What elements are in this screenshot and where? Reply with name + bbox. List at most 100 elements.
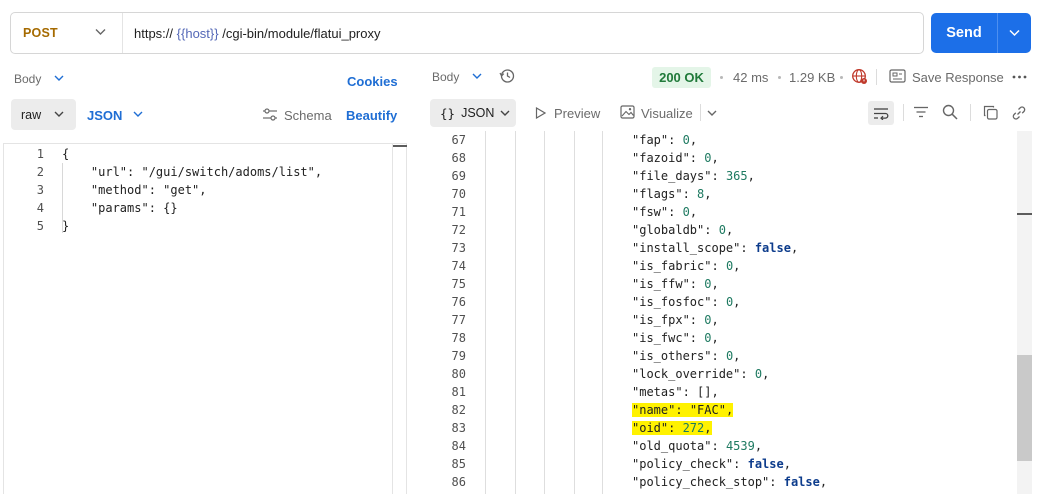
code-line: 84 "old_quota": 4539, [430,437,1020,455]
network-globe-icon[interactable] [851,68,868,85]
json-value: [] [697,385,712,399]
chevron-down-icon[interactable] [707,110,717,117]
chevron-down-icon [95,28,106,36]
visualize-tab[interactable]: Visualize [641,106,693,121]
json-comma: , [762,367,770,381]
send-button-group: Send [931,13,1031,53]
cookies-link[interactable]: Cookies [347,74,398,89]
line-number: 72 [451,223,466,237]
code-line: 75 "is_ffw": 0, [430,275,1020,293]
response-body-viewer[interactable]: 67 "fap": 0, 68 "fazoid": 0, 69 "file_days": … [430,131,1032,494]
code-line: 69 "file_days": 365, [430,167,1020,185]
json-separator: : [689,313,705,327]
method-select[interactable]: POST [11,13,123,53]
separator-dot [720,76,723,79]
request-body-tab[interactable]: Body [14,72,41,86]
separator-dot [778,76,781,79]
json-separator: : [668,421,683,435]
line-number: 75 [451,277,466,291]
code-text: "install_scope": false, [632,239,798,257]
url-variable[interactable]: {{host}} [177,26,219,41]
json-comma: , [711,385,719,399]
code-line: 67 "fap": 0, [430,131,1020,149]
json-value: false [754,241,791,255]
line-number: 83 [451,421,466,435]
send-button[interactable]: Send [931,13,998,53]
code-text: "oid": 272, [632,419,712,437]
line-number: 77 [451,313,466,327]
request-body-editor[interactable]: 1{ 2 "url": "/gui/switch/adoms/list", 3 … [3,143,407,494]
chevron-down-icon [1009,29,1020,37]
link-icon[interactable] [1011,105,1027,121]
search-icon[interactable] [942,104,958,120]
line-number: 76 [451,295,466,309]
image-icon[interactable] [620,105,635,119]
body-type-select[interactable]: raw [11,99,76,130]
copy-icon[interactable] [983,105,998,120]
json-value: 0 [754,367,763,381]
chevron-down-icon[interactable] [472,73,482,80]
json-value: 272 [682,421,705,435]
json-key: "is_fabric" [632,259,712,273]
chevron-down-icon [54,111,64,118]
status-badge[interactable]: 200 OK [652,67,711,88]
code-text: "lock_override": 0, [632,365,769,383]
url-input[interactable]: https:// {{host}} /cgi-bin/module/flatui… [123,26,380,41]
save-response-icon[interactable] [889,69,906,83]
response-format-select[interactable]: {} JSON [430,99,516,127]
json-comma: , [733,349,741,363]
json-comma: , [711,151,719,165]
json-comma: , [711,313,719,327]
wrap-lines-button[interactable] [868,101,894,125]
line-number: 84 [451,439,466,453]
editor-divider [392,143,393,494]
url-path: /cgi-bin/module/flatui_proxy [222,25,381,41]
history-icon[interactable] [499,68,515,84]
json-key: "name" [632,403,676,417]
preview-tab[interactable]: Preview [554,106,600,121]
json-key: "is_fpx" [632,313,690,327]
code-line: 72 "globaldb": 0, [430,221,1020,239]
code-text: "policy_check_stop": false, [632,473,827,491]
json-key: "old_quota" [632,439,712,453]
schema-icon[interactable] [262,108,278,121]
send-options-dropdown[interactable] [998,13,1031,53]
beautify-button[interactable]: Beautify [346,108,397,123]
code-text: "old_quota": 4539, [632,437,762,455]
code-line: 1{ [36,147,70,161]
line-number: 73 [451,241,466,255]
json-key: "is_ffw" [632,277,690,291]
chevron-down-icon [500,110,510,117]
json-comma: , [783,457,791,471]
save-response-button[interactable]: Save Response [912,70,1004,85]
play-icon[interactable] [535,107,546,119]
json-key: "file_days" [632,169,712,183]
scrollbar-marker [1017,213,1032,215]
language-select-label[interactable]: JSON [87,108,122,123]
json-comma: , [790,241,799,255]
response-scrollbar-thumb[interactable] [1017,355,1032,461]
line-number: 81 [451,385,466,399]
json-separator: : [740,241,755,255]
json-separator: : [689,331,705,345]
code-line: 68 "fazoid": 0, [430,149,1020,167]
json-comma: , [725,403,734,417]
more-options-icon[interactable] [1012,75,1027,79]
chevron-down-icon[interactable] [54,75,64,82]
json-separator: : [711,169,726,183]
json-key: "fsw" [632,205,669,219]
line-number: 68 [451,151,466,165]
json-comma: , [689,205,698,219]
response-body-tab[interactable]: Body [432,70,459,84]
code-text: "name": "FAC", [632,401,734,419]
json-braces-icon: {} [440,105,456,121]
response-time[interactable]: 42 ms [733,70,768,85]
toolbar-divider [876,69,877,85]
json-separator: : [682,187,698,201]
chevron-down-icon[interactable] [133,111,143,118]
code-text: "is_others": 0, [632,347,740,365]
filter-icon[interactable] [913,106,929,118]
schema-button[interactable]: Schema [284,108,332,123]
code-line: 76 "is_fosfoc": 0, [430,293,1020,311]
response-size[interactable]: 1.29 KB [789,70,835,85]
